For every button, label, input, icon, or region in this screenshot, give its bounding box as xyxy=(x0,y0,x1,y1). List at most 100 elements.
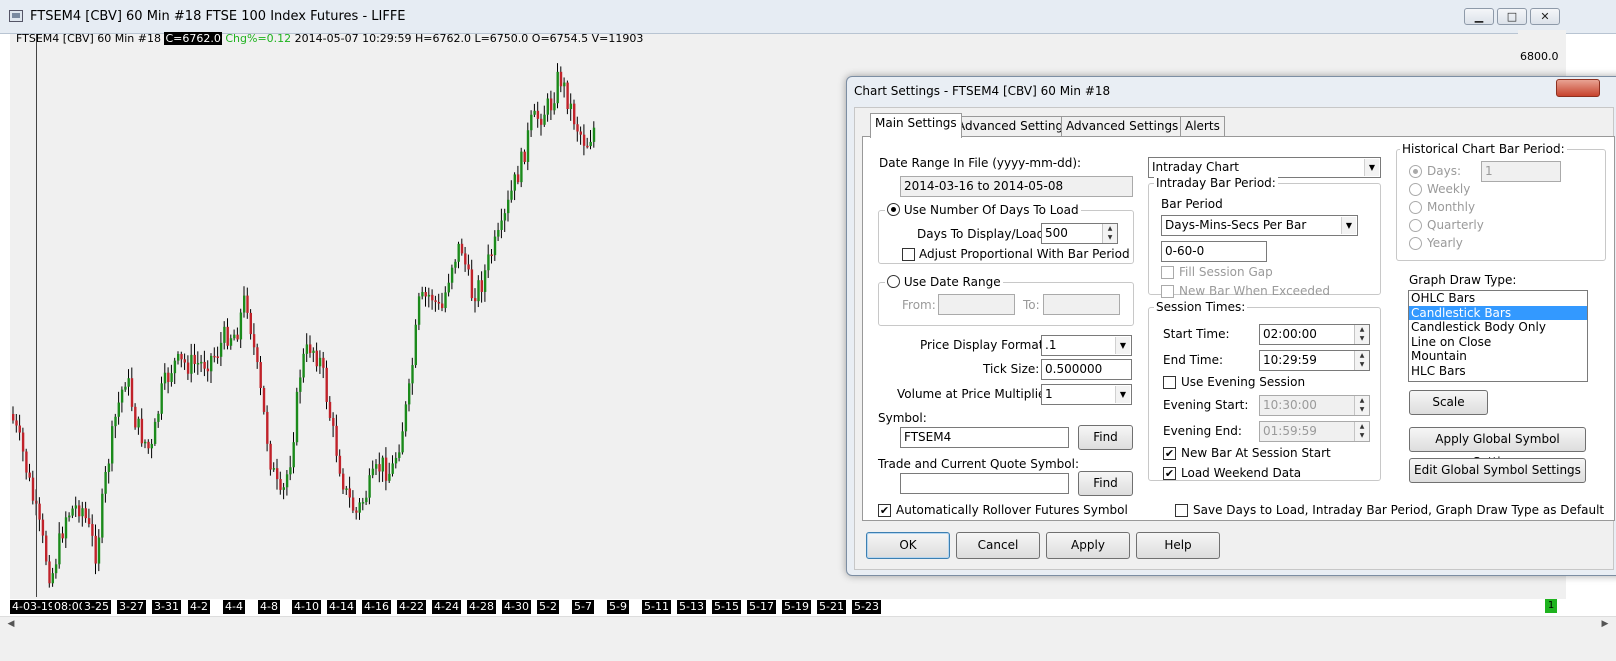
chart-type-select[interactable]: Intraday Chart ▼ xyxy=(1148,157,1381,178)
to-date-field[interactable] xyxy=(1043,294,1120,315)
vap-multiplier-select[interactable]: 1 ▼ xyxy=(1041,384,1132,405)
list-item-selected[interactable]: Candlestick Bars xyxy=(1409,305,1587,320)
auto-rollover-checkbox[interactable]: ✔ xyxy=(878,504,891,517)
scroll-left-icon[interactable]: ◀ xyxy=(4,618,18,631)
candle-body xyxy=(279,479,282,490)
load-weekend-checkbox[interactable]: ✔ xyxy=(1163,467,1176,480)
candle-body xyxy=(45,535,48,562)
evening-end-label: Evening End: xyxy=(1163,424,1242,438)
tab-alerts[interactable]: Alerts xyxy=(1180,116,1225,137)
hist-days-field[interactable]: 1 xyxy=(1481,161,1561,182)
edit-global-settings-button[interactable]: Edit Global Symbol Settings xyxy=(1409,458,1586,483)
save-defaults-checkbox[interactable] xyxy=(1175,504,1188,517)
candle-body xyxy=(239,312,243,340)
candle-body xyxy=(586,145,589,148)
intraday-period-label: Intraday Bar Period: xyxy=(1154,176,1278,190)
evening-end-field[interactable]: 01:59:59 ▲ ▼ xyxy=(1259,421,1370,442)
ok-button[interactable]: OK xyxy=(866,532,950,559)
fill-gap-checkbox[interactable] xyxy=(1161,266,1174,279)
tab-advanced-settings[interactable]: Advanced Settings xyxy=(952,116,1075,137)
candle-body xyxy=(569,103,573,109)
tab-advanced-settings-2[interactable]: Advanced Settings 2 xyxy=(1061,116,1195,137)
evening-end-spinner[interactable]: ▲ ▼ xyxy=(1354,422,1369,441)
close-window-button[interactable]: ✕ xyxy=(1530,8,1560,25)
from-date-field[interactable] xyxy=(938,294,1015,315)
new-bar-session-checkbox[interactable]: ✔ xyxy=(1163,447,1176,460)
candle-body xyxy=(513,174,516,191)
days-spinner[interactable]: ▲ ▼ xyxy=(1102,224,1117,243)
scroll-right-icon[interactable]: ▶ xyxy=(1598,618,1612,631)
use-evening-checkbox[interactable] xyxy=(1163,376,1176,389)
hist-quarterly-radio[interactable] xyxy=(1409,219,1422,232)
hist-monthly-radio[interactable] xyxy=(1409,201,1422,214)
list-item[interactable]: Mountain xyxy=(1409,349,1587,364)
hist-weekly-radio[interactable] xyxy=(1409,183,1422,196)
use-date-range-radio[interactable] xyxy=(887,275,900,288)
use-days-radio[interactable] xyxy=(887,203,900,216)
find-trade-symbol-button[interactable]: Find xyxy=(1078,471,1133,496)
to-label: To: xyxy=(1023,298,1040,312)
candle-body xyxy=(170,373,173,382)
use-date-range-option[interactable]: Use Date Range xyxy=(885,275,1003,289)
time-axis-label: 4-24 xyxy=(432,600,461,614)
days-to-load-field[interactable]: 500 ▲ ▼ xyxy=(1041,223,1118,244)
chart-settings-dialog: Chart Settings - FTSEM4 [CBV] 60 Min #18… xyxy=(846,76,1616,576)
use-days-option[interactable]: Use Number Of Days To Load xyxy=(885,203,1081,217)
candle-body xyxy=(381,457,384,472)
list-item[interactable]: Candlestick Body Only xyxy=(1409,320,1587,335)
minimize-button[interactable]: ▁ xyxy=(1464,8,1494,25)
end-time-field[interactable]: 10:29:59 ▲ ▼ xyxy=(1259,350,1370,371)
start-time-field[interactable]: 02:00:00 ▲ ▼ xyxy=(1259,324,1370,345)
scale-button[interactable]: Scale xyxy=(1409,390,1488,415)
candle-body xyxy=(249,312,252,335)
candle-body xyxy=(160,383,163,414)
dialog-close-button[interactable] xyxy=(1556,79,1600,97)
hist-days-radio[interactable] xyxy=(1409,165,1422,178)
list-item[interactable]: OHLC Bars xyxy=(1409,291,1587,306)
help-button[interactable]: Help xyxy=(1136,532,1220,559)
end-time-spinner[interactable]: ▲ ▼ xyxy=(1354,351,1369,370)
list-item[interactable]: HLC Bars xyxy=(1409,364,1587,379)
app-icon[interactable] xyxy=(9,10,23,22)
bar-period-type-select[interactable]: Days-Mins-Secs Per Bar ▼ xyxy=(1161,215,1358,236)
price-format-select[interactable]: .1 ▼ xyxy=(1041,335,1132,356)
apply-global-settings-button[interactable]: Apply Global Symbol Settings xyxy=(1409,427,1586,469)
candle-body xyxy=(147,441,150,449)
bar-period-field[interactable]: 0-60-0 xyxy=(1161,241,1267,262)
use-days-label: Use Number Of Days To Load xyxy=(903,203,1079,217)
candle-body xyxy=(272,468,276,470)
cancel-button[interactable]: Cancel xyxy=(956,532,1040,559)
trade-symbol-field[interactable] xyxy=(900,473,1069,494)
time-axis-label: 4-30 xyxy=(502,600,531,614)
candle-body xyxy=(500,220,503,230)
time-axis[interactable]: 4-03-19 08:00 3-25 3-27 3-31 4-2 4-4 4-8 4-10 4-1… xyxy=(10,599,1566,615)
evening-start-spinner[interactable]: ▲ ▼ xyxy=(1354,396,1369,415)
candle-body xyxy=(447,282,450,293)
minimize-icon: ▁ xyxy=(1474,10,1484,23)
tick-size-field[interactable]: 0.500000 xyxy=(1041,359,1132,380)
maximize-button[interactable]: □ xyxy=(1497,8,1527,25)
candle-body xyxy=(401,431,404,453)
candle-body xyxy=(507,199,510,214)
hist-yearly-radio[interactable] xyxy=(1409,237,1422,250)
list-item[interactable]: Line on Close xyxy=(1409,335,1587,350)
apply-button[interactable]: Apply xyxy=(1046,532,1130,559)
symbol-field[interactable]: FTSEM4 xyxy=(900,427,1069,448)
horizontal-scrollbar[interactable]: ◀ ▶ xyxy=(0,616,1616,632)
graph-draw-type-list[interactable]: OHLC Bars Candlestick Bars Candlestick B… xyxy=(1408,290,1588,382)
candle-body xyxy=(216,356,219,358)
evening-start-field[interactable]: 10:30:00 ▲ ▼ xyxy=(1259,395,1370,416)
candle-body xyxy=(470,269,474,299)
candle-body xyxy=(61,533,64,539)
candle-body xyxy=(549,98,553,111)
time-axis-label: 4-14 xyxy=(327,600,356,614)
from-label: From: xyxy=(902,298,936,312)
adjust-proportional-checkbox[interactable] xyxy=(902,248,915,261)
candle-body xyxy=(589,141,592,147)
start-time-spinner[interactable]: ▲ ▼ xyxy=(1354,325,1369,344)
new-bar-exceeded-checkbox[interactable] xyxy=(1161,285,1174,298)
tab-main-settings[interactable]: Main Settings xyxy=(870,113,962,138)
find-symbol-button[interactable]: Find xyxy=(1078,425,1133,450)
candle-body xyxy=(163,372,167,384)
candle-body xyxy=(404,404,408,432)
